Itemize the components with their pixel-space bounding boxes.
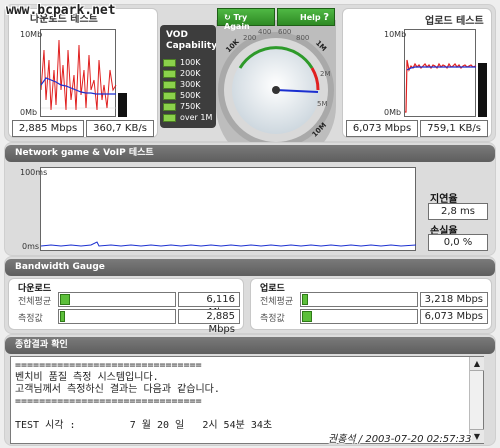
result-section-title: 종합결과 확인 — [5, 337, 495, 354]
vod-led — [163, 114, 176, 122]
bandwidth-download-measured-bar — [58, 309, 176, 324]
loss-value: 0,0 % — [428, 234, 488, 251]
help-label: Help — [300, 13, 321, 22]
bandwidth-upload-avg-label: 전체평균 — [260, 297, 294, 307]
bandwidth-section-title: Bandwidth Gauge — [5, 259, 495, 276]
meter-label-200: 200 — [243, 34, 257, 42]
result-line — [15, 408, 479, 420]
bandwidth-download-title: 다운로드 — [18, 284, 52, 294]
bandwidth-download-avg-value: 6,116 Mbps — [178, 292, 240, 318]
result-line: 벤치비 품질 측정 시스템입니다. — [15, 372, 159, 383]
signature-stamp: 권홍석 / 2003-07-20 02:57:33 — [328, 434, 472, 445]
upload-bottom-label: 0Mb — [384, 108, 402, 117]
bandwidth-download-avg-label: 전체평균 — [18, 297, 52, 307]
help-button[interactable]: Help ? — [277, 8, 335, 26]
bandwidth-upload-avg-value: 3,218 Mbps — [420, 292, 488, 307]
bandwidth-download-avg-bar — [58, 292, 176, 307]
upload-title: 업로드 테스트 — [425, 16, 484, 27]
vod-title-line1: VOD — [166, 30, 188, 40]
result-line: =============================== — [15, 360, 202, 371]
download-level-bar — [118, 93, 127, 117]
watermark: www.bcpark.net — [6, 3, 116, 18]
bandwidth-upload-title: 업로드 — [260, 284, 285, 294]
help-icon: ? — [323, 12, 329, 23]
vod-led — [163, 70, 176, 78]
result-line: 고객님께서 측정하신 결과는 다음과 같습니다. — [15, 384, 220, 395]
vod-led — [163, 92, 176, 100]
download-graph-svg — [40, 39, 117, 111]
vod-title-line2: Capability — [166, 41, 218, 51]
network-latency-series — [40, 241, 417, 247]
gauge-fill — [60, 294, 70, 305]
vod-led — [163, 59, 176, 67]
scroll-down-icon[interactable]: ▼ — [470, 429, 484, 443]
scroll-up-icon[interactable]: ▲ — [470, 357, 484, 371]
upload-mbps-box: 6,073 Mbps — [346, 120, 418, 137]
download-series-red — [40, 39, 117, 111]
download-top-label: 10Mb — [20, 30, 43, 39]
upload-graph-svg — [405, 59, 477, 113]
download-mbps-box: 2,885 Mbps — [12, 120, 84, 137]
upload-kbs-box: 759,1 KB/s — [420, 120, 488, 137]
meter-label-5m: 5M — [317, 100, 328, 108]
bandwidth-upload-measured-label: 측정값 — [260, 314, 285, 324]
download-graph — [40, 29, 117, 117]
network-top-label: 100ms — [20, 168, 48, 177]
bandwidth-upload-measured-value: 6,073 Mbps — [420, 309, 488, 324]
download-kbs-box: 360,7 KB/s — [86, 120, 154, 137]
meter-label-2m: 2M — [320, 70, 331, 78]
bandwidth-upload-measured-bar — [300, 309, 418, 324]
bandwidth-download-measured-label: 측정값 — [18, 314, 43, 324]
try-again-button[interactable]: ↻ Try Again — [217, 8, 275, 31]
network-graph-svg — [40, 241, 417, 247]
upload-level-bar — [478, 63, 487, 117]
vod-led — [163, 81, 176, 89]
meter-label-800: 800 — [296, 34, 310, 42]
latency-value: 2,8 ms — [428, 203, 488, 220]
gauge-fill — [302, 294, 308, 305]
vod-led — [163, 103, 176, 111]
gauge-fill — [60, 311, 65, 322]
upload-series-red — [405, 59, 477, 113]
upload-top-label: 10Mb — [384, 30, 407, 39]
result-line: =============================== — [15, 396, 202, 407]
meter-label-400: 400 — [258, 28, 272, 36]
network-bottom-label: 0ms — [22, 242, 40, 251]
gauge-fill — [302, 311, 312, 322]
bandwidth-upload-avg-bar — [300, 292, 418, 307]
download-bottom-label: 0Mb — [20, 108, 38, 117]
upload-graph — [404, 29, 477, 117]
refresh-icon: ↻ — [224, 13, 231, 22]
meter-label-600: 600 — [278, 28, 292, 36]
upload-series-blue — [406, 66, 476, 71]
bandwidth-download-measured-value: 2,885 Mbps — [178, 309, 240, 335]
network-section-title: Network game & VoIP 테스트 — [5, 145, 495, 162]
network-graph — [40, 167, 417, 251]
